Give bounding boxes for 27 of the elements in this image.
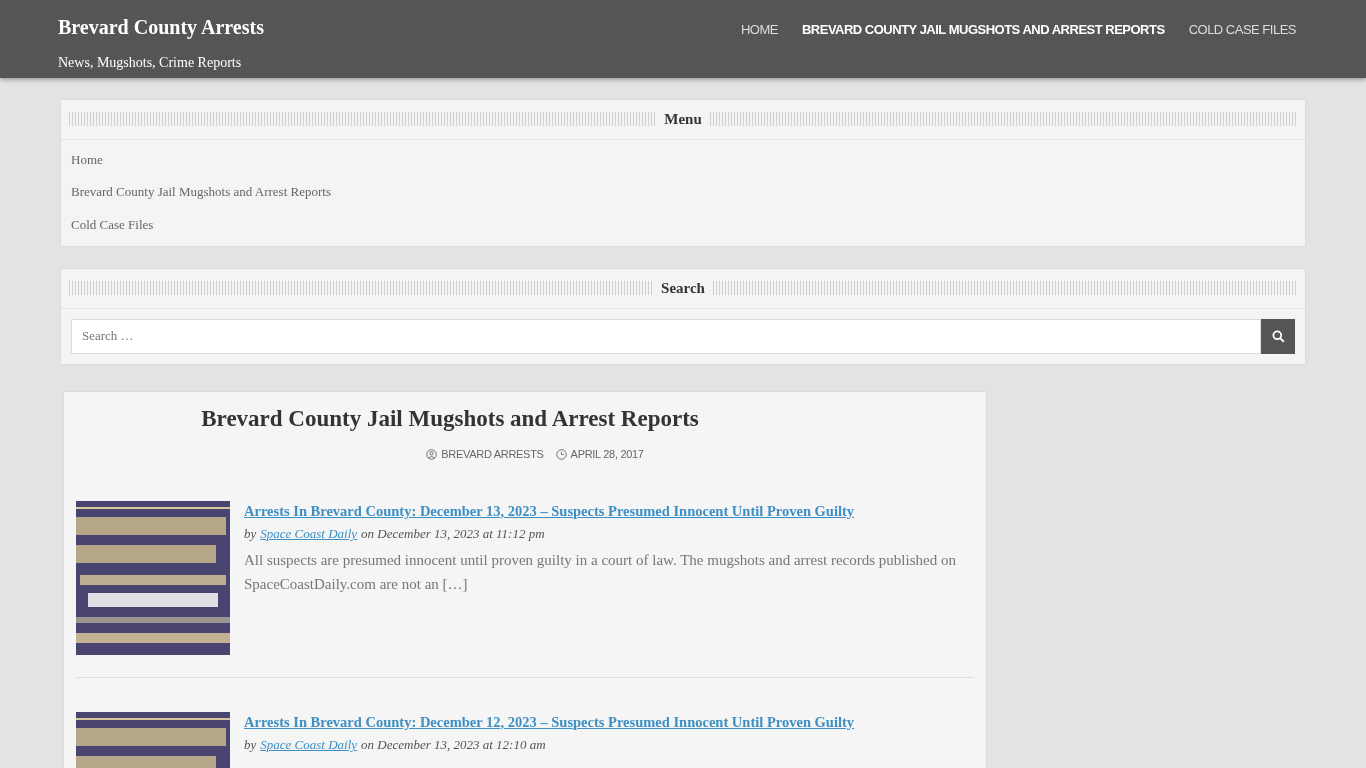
author-link[interactable]: Space Coast Daily xyxy=(260,524,358,544)
menu-link[interactable]: Home xyxy=(71,149,103,169)
post-author[interactable]: BREVARD ARRESTS xyxy=(441,446,544,463)
post-link[interactable]: Arrests In Brevard County: December 12, 2023 – Suspects Presumed Innocent Until Proven Guilty xyxy=(244,711,855,734)
clock-icon xyxy=(555,448,567,460)
author-link[interactable]: Space Coast Daily xyxy=(260,735,358,755)
user-icon xyxy=(426,448,438,460)
widget-title: Search xyxy=(661,279,705,298)
post-link[interactable]: Arrests In Brevard County: December 13, 2023 – Suspects Presumed Innocent Until Proven Guilty xyxy=(244,500,964,523)
site-tagline: News, Mugshots, Crime Reports xyxy=(58,54,243,72)
post-date: on December 13, 2023 at 12:10 am xyxy=(361,736,546,755)
menu-link[interactable]: Brevard County Jail Mugshots and Arrest Reports xyxy=(71,182,331,202)
widget-title: Menu xyxy=(664,110,702,129)
page-title: Brevard County Jail Mugshots and Arrest Reports xyxy=(200,404,700,433)
post-date: on December 13, 2023 at 11:12 pm xyxy=(361,525,545,544)
byline-by: by xyxy=(244,736,257,755)
post-date: APRIL 28, 2017 xyxy=(570,447,644,462)
byline-by: by xyxy=(244,525,257,544)
site-title[interactable]: Brevard County Arrests xyxy=(58,12,264,42)
nav-link[interactable]: HOME xyxy=(740,20,778,40)
search-field[interactable]: Search … xyxy=(71,318,1261,354)
search-button[interactable] xyxy=(1261,318,1295,354)
nav-link[interactable]: BREVARD COUNTY JAIL MUGSHOTS AND ARREST REPORTS xyxy=(801,20,1165,40)
nav-link[interactable]: COLD CASE FILES xyxy=(1188,20,1296,40)
search-icon xyxy=(1271,329,1285,343)
post-excerpt: All suspects are presumed innocent until proven guilty in a court of law. The mugshots and arrest records published on SpaceCoastDaily.com are not an […] xyxy=(244,550,957,594)
menu-link[interactable]: Cold Case Files xyxy=(71,214,154,234)
